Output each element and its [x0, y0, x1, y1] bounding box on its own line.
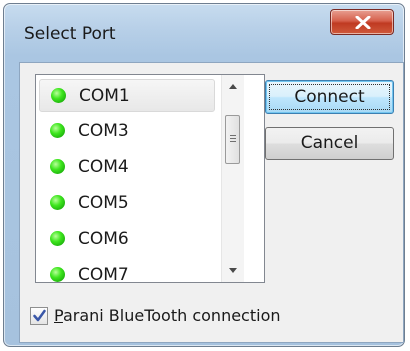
- dialog-client-area: COM1 COM3 COM4 COM5 COM6 COM7 Connect Ca…: [19, 62, 404, 343]
- checkmark-icon: [33, 309, 46, 322]
- list-item-com1[interactable]: COM1: [39, 79, 215, 112]
- list-item-com7[interactable]: COM7: [39, 259, 215, 283]
- list-item-com3[interactable]: COM3: [39, 115, 215, 148]
- cancel-button-label: Cancel: [300, 133, 359, 153]
- scroll-up-button[interactable]: [222, 77, 244, 97]
- connect-button-label: Connect: [294, 87, 365, 107]
- scroll-down-button[interactable]: [222, 261, 244, 281]
- green-led-icon: [50, 231, 65, 246]
- cancel-button[interactable]: Cancel: [265, 127, 394, 160]
- thumb-grip-line: [230, 138, 236, 139]
- checkbox-label-text: arani BlueTooth connection: [62, 306, 281, 325]
- list-item-label: COM6: [78, 229, 129, 249]
- list-item-com6[interactable]: COM6: [39, 223, 215, 256]
- mnemonic-letter: P: [54, 306, 63, 325]
- list-item-label: COM7: [78, 265, 129, 283]
- thumb-grip-line: [230, 141, 236, 142]
- list-item-com5[interactable]: COM5: [39, 187, 215, 220]
- list-item-label: COM3: [78, 121, 129, 141]
- window-title: Select Port: [24, 24, 116, 44]
- list-item-com4[interactable]: COM4: [39, 151, 215, 184]
- green-led-icon: [50, 159, 65, 174]
- list-item-label: COM4: [78, 157, 129, 177]
- green-led-icon: [51, 88, 66, 103]
- close-button[interactable]: [330, 9, 394, 35]
- connect-button[interactable]: Connect: [265, 80, 394, 114]
- vertical-scrollbar[interactable]: [221, 75, 244, 282]
- scrollbar-thumb[interactable]: [225, 115, 240, 164]
- bluetooth-checkbox[interactable]: [30, 307, 48, 325]
- green-led-icon: [50, 267, 65, 282]
- dialog-window: Select Port COM1 COM3 COM4 COM5 COM6 COM…: [3, 3, 405, 347]
- green-led-icon: [50, 123, 65, 138]
- port-listbox[interactable]: COM1 COM3 COM4 COM5 COM6 COM7: [35, 74, 265, 283]
- thumb-grip-line: [230, 135, 236, 136]
- list-item-label: COM1: [79, 86, 130, 106]
- bluetooth-checkbox-label[interactable]: Parani BlueTooth connection: [54, 306, 281, 325]
- close-x-icon: [355, 16, 371, 29]
- list-item-label: COM5: [78, 193, 129, 213]
- scroll-up-arrow-icon: [229, 84, 237, 89]
- green-led-icon: [50, 195, 65, 210]
- scroll-down-arrow-icon: [229, 268, 237, 273]
